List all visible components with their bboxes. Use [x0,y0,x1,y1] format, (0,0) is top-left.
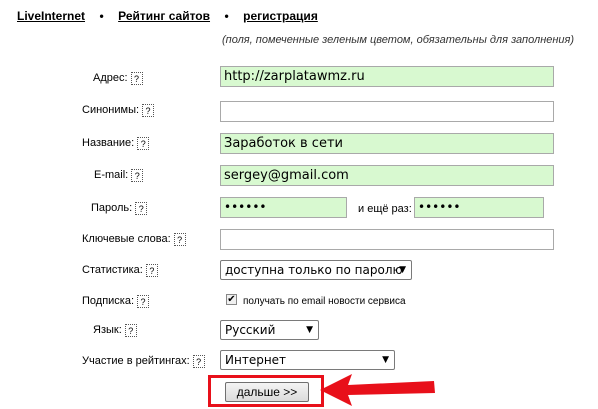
help-icon[interactable]: ? [124,324,137,337]
help-icon[interactable]: ? [130,72,143,85]
arrow-icon [320,374,435,406]
nav-separator: • [99,9,104,23]
statistics-select[interactable]: доступна только по паролю ▼ [220,260,412,280]
red-arrow-annotation [320,374,435,406]
password-label-row: Пароль:? [91,202,148,215]
dropdown-arrow-icon: ▼ [306,325,313,335]
synonyms-input[interactable] [220,101,554,122]
help-icon[interactable]: ? [145,264,158,277]
address-label: Адрес: [93,72,128,84]
subscription-checkbox-label: получать по email новости сервиса [243,296,406,307]
help-icon[interactable]: ? [192,355,205,368]
synonyms-label: Синонимы: [82,104,140,116]
language-select[interactable]: Русский ▼ [220,320,319,340]
ratings-label-row: Участие в рейтингах:? [82,355,205,368]
statistics-label: Статистика: [82,264,143,276]
statistics-label-row: Статистика:? [82,264,158,277]
address-input[interactable]: http://zarplatawmz.ru [220,66,554,87]
ratings-selected-value: Интернет [225,353,287,367]
language-label: Язык: [93,324,122,336]
password-repeat-label: и ещё раз: [358,203,412,215]
top-nav: LiveInternet • Рейтинг сайтов • регистра… [17,7,318,25]
email-input[interactable]: sergey@gmail.com [220,165,554,186]
ratings-label: Участие в рейтингах: [82,355,190,367]
dropdown-arrow-icon: ▼ [399,265,406,275]
nav-link-registration[interactable]: регистрация [243,9,318,23]
subscription-label: Подписка: [82,295,135,307]
nav-link-ratings[interactable]: Рейтинг сайтов [118,9,210,23]
required-fields-note: (поля, помеченные зеленым цветом, обязат… [222,34,575,46]
help-icon[interactable]: ? [137,137,150,150]
help-icon[interactable]: ? [142,104,155,117]
submit-highlight-box: дальше >> [208,375,324,407]
keywords-label: Ключевые слова: [82,233,171,245]
email-label-row: E-mail:? [94,169,144,182]
title-label: Название: [82,137,135,149]
next-button[interactable]: дальше >> [225,382,309,402]
language-label-row: Язык:? [93,324,137,337]
email-label: E-mail: [94,169,129,181]
keywords-input[interactable] [220,229,554,250]
subscription-checkbox[interactable]: ✔ [226,294,237,305]
help-icon[interactable]: ? [173,233,186,246]
nav-link-liveinternet[interactable]: LiveInternet [17,9,85,23]
ratings-select[interactable]: Интернет ▼ [220,350,395,370]
statistics-selected-value: доступна только по паролю [225,263,403,277]
language-selected-value: Русский [225,323,276,337]
help-icon[interactable]: ? [135,202,148,215]
help-icon[interactable]: ? [137,295,150,308]
keywords-label-row: Ключевые слова:? [82,233,186,246]
title-label-row: Название:? [82,137,150,150]
subscription-label-row: Подписка:? [82,295,150,308]
password-input[interactable]: •••••• [220,197,347,218]
address-label-row: Адрес:? [93,72,143,85]
title-input[interactable]: Заработок в сети [220,133,554,154]
nav-separator: • [224,9,229,23]
dropdown-arrow-icon: ▼ [382,355,389,365]
password-label: Пароль: [91,202,133,214]
password-repeat-input[interactable]: •••••• [414,197,544,218]
help-icon[interactable]: ? [131,169,144,182]
synonyms-label-row: Синонимы:? [82,104,155,117]
